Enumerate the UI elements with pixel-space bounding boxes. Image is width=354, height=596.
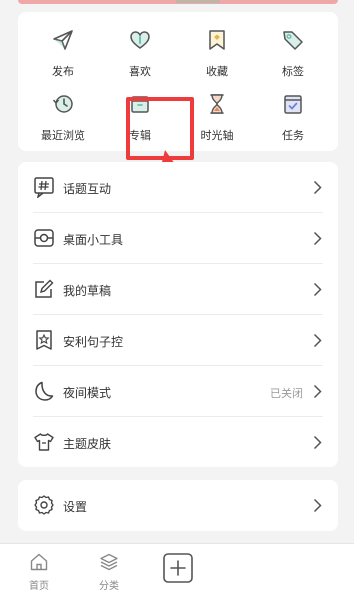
bottom-navigation: 首页 分类 <box>0 543 354 596</box>
add-post-button[interactable] <box>163 553 193 583</box>
nav-item-home[interactable]: 首页 <box>19 550 59 594</box>
menu-item-label: 话题互动 <box>63 182 112 196</box>
send-icon <box>53 30 73 50</box>
heart-icon <box>130 31 150 49</box>
menu-item-label: 安利句子控 <box>63 335 124 349</box>
plus-icon <box>170 560 186 576</box>
menu-item-night-mode[interactable]: 夜间模式 已关闭 <box>18 366 338 417</box>
grid-item-label: 任务 <box>282 129 304 142</box>
grid-item-label: 收藏 <box>206 65 228 78</box>
nav-label: 分类 <box>99 581 119 592</box>
menu-item-label: 夜间模式 <box>63 386 112 400</box>
menu-item-theme[interactable]: 主题皮肤 <box>18 417 338 468</box>
settings-card: 设置 <box>18 480 338 531</box>
chevron-right-icon <box>313 384 322 399</box>
star-card-icon <box>36 330 52 350</box>
chevron-right-icon <box>313 231 322 246</box>
chevron-right-icon <box>313 498 322 513</box>
banner-image-edge <box>176 0 220 3</box>
history-icon <box>52 95 73 113</box>
gear-icon <box>34 495 54 515</box>
layers-icon <box>100 553 118 571</box>
menu-item-label: 桌面小工具 <box>63 233 124 247</box>
task-icon <box>284 95 302 114</box>
night-mode-status: 已关闭 <box>270 387 303 400</box>
grid-item-label: 最近浏览 <box>41 129 85 142</box>
settings-label: 设置 <box>63 500 88 514</box>
grid-item-like[interactable]: 喜欢 <box>100 28 180 84</box>
grid-item-label: 发布 <box>52 65 74 78</box>
chevron-right-icon <box>313 333 322 348</box>
chevron-right-icon <box>313 282 322 297</box>
tag-icon <box>283 31 303 50</box>
profile-banner-edge <box>18 0 338 4</box>
moon-icon <box>35 381 54 401</box>
settings-menu-card: 话题互动 桌面小工具 我的草稿 安利句子控 夜间模式 已关闭 主题皮肤 <box>18 162 338 467</box>
quick-actions-card: 发布 喜欢 收藏 标签 最近浏览 专辑 时光轴 任务 <box>18 12 338 160</box>
draft-icon <box>35 279 54 298</box>
menu-item-topic[interactable]: 话题互动 <box>18 162 338 213</box>
bookmark-icon <box>209 30 225 50</box>
menu-item-recommend[interactable]: 安利句子控 <box>18 315 338 366</box>
widget-icon <box>34 229 54 247</box>
grid-item-label: 标签 <box>282 65 304 78</box>
hashtag-icon <box>34 177 54 198</box>
grid-item-label: 喜欢 <box>129 65 151 78</box>
home-icon <box>30 553 48 571</box>
grid-item-collect[interactable]: 收藏 <box>177 28 257 84</box>
chevron-right-icon <box>313 435 322 450</box>
menu-item-settings[interactable]: 设置 <box>18 480 338 531</box>
grid-item-publish[interactable]: 发布 <box>23 28 103 84</box>
nav-label: 首页 <box>29 581 49 592</box>
grid-item-recent[interactable]: 最近浏览 <box>23 92 103 148</box>
menu-item-widget[interactable]: 桌面小工具 <box>18 213 338 264</box>
grid-item-tag[interactable]: 标签 <box>253 28 333 84</box>
chevron-right-icon <box>313 180 322 195</box>
hourglass-icon <box>210 94 224 114</box>
shirt-icon <box>34 433 54 451</box>
menu-item-drafts[interactable]: 我的草稿 <box>18 264 338 315</box>
grid-item-task[interactable]: 任务 <box>253 92 333 148</box>
menu-item-label: 我的草稿 <box>63 284 112 298</box>
menu-item-label: 主题皮肤 <box>63 437 112 451</box>
nav-item-category[interactable]: 分类 <box>89 550 129 594</box>
